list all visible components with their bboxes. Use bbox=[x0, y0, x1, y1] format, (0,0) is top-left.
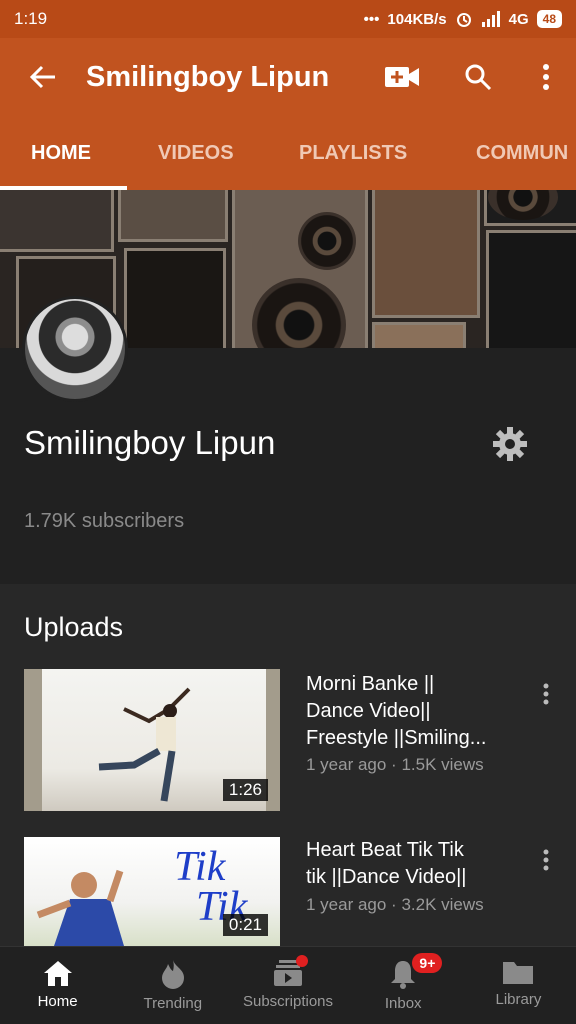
section-heading: Uploads bbox=[24, 612, 124, 642]
page-title: Smilingboy Lipun bbox=[86, 60, 330, 93]
video-title-line: Morni Banke || bbox=[306, 673, 435, 695]
more-vertical-icon bbox=[543, 849, 549, 871]
nav-label: Home bbox=[37, 993, 78, 1010]
avatar[interactable] bbox=[22, 296, 128, 402]
signal-icon bbox=[481, 11, 500, 27]
more-vertical-icon bbox=[543, 683, 549, 705]
nav-library[interactable]: Library bbox=[461, 947, 576, 1024]
more-vertical-icon bbox=[543, 64, 549, 90]
channel-name: Smilingboy Lipun bbox=[24, 424, 276, 461]
back-arrow-icon bbox=[29, 65, 55, 89]
video-duration: 0:21 bbox=[222, 914, 268, 936]
tab-community[interactable]: COMMUN bbox=[476, 116, 568, 190]
back-button[interactable] bbox=[0, 38, 86, 116]
nav-subscriptions[interactable]: Subscriptions bbox=[230, 947, 345, 1024]
nav-label: Inbox bbox=[384, 995, 422, 1012]
folder-icon bbox=[503, 962, 534, 984]
video-title-line: Freestyle ||Smiling... bbox=[306, 727, 487, 749]
battery-indicator: 48 bbox=[536, 10, 562, 28]
video-title-line: tik ||Dance Video|| bbox=[306, 866, 467, 888]
video-title: Morni Banke || Dance Video|| Freestyle |… bbox=[306, 671, 510, 752]
video-thumbnail[interactable]: 1:26 bbox=[24, 669, 280, 811]
gear-icon[interactable] bbox=[490, 424, 530, 464]
video-meta: 1 year ago · 3.2K views bbox=[306, 895, 484, 914]
nav-label: Library bbox=[495, 991, 542, 1008]
video-title-line: Dance Video|| bbox=[306, 700, 431, 722]
tab-home[interactable]: HOME bbox=[31, 116, 91, 190]
home-icon bbox=[43, 961, 72, 986]
status-bar: 1:19 ••• 104KB/s 4G 48 bbox=[0, 0, 576, 38]
subscriber-count: 1.79K subscribers bbox=[24, 510, 185, 532]
nav-label: Trending bbox=[143, 995, 203, 1012]
app-bar: Smilingboy Lipun bbox=[0, 38, 576, 116]
search-button[interactable] bbox=[440, 38, 516, 116]
video-title: Heart Beat Tik Tik tik ||Dance Video|| bbox=[306, 837, 510, 891]
video-add-icon bbox=[385, 67, 419, 87]
nav-inbox[interactable]: 9+ Inbox bbox=[346, 947, 461, 1024]
inbox-badge: 9+ bbox=[412, 953, 443, 973]
notification-dot bbox=[296, 955, 309, 967]
video-options-button[interactable] bbox=[532, 845, 560, 875]
network-speed: 104KB/s bbox=[387, 10, 447, 28]
flame-icon bbox=[161, 960, 184, 989]
upload-video-button[interactable] bbox=[364, 38, 440, 116]
channel-tabs: HOME VIDEOS PLAYLISTS COMMUN bbox=[0, 116, 576, 190]
video-title-line: Heart Beat Tik Tik bbox=[306, 839, 464, 861]
alarm-icon bbox=[456, 13, 471, 27]
search-icon bbox=[465, 64, 492, 91]
more-dots-icon: ••• bbox=[363, 10, 380, 28]
status-time: 1:19 bbox=[14, 9, 48, 28]
network-type: 4G bbox=[508, 10, 529, 28]
video-options-button[interactable] bbox=[532, 679, 560, 709]
tab-playlists[interactable]: PLAYLISTS bbox=[299, 116, 407, 190]
more-options-button[interactable] bbox=[516, 38, 576, 116]
video-meta: 1 year ago · 1.5K views bbox=[306, 755, 484, 774]
bottom-navigation: Home Trending Subscriptions 9+ Inbox Lib… bbox=[0, 946, 576, 1024]
nav-trending[interactable]: Trending bbox=[115, 947, 230, 1024]
video-thumbnail[interactable]: Tik Tik 0:21 bbox=[24, 837, 280, 946]
nav-label: Subscriptions bbox=[242, 993, 334, 1010]
tab-videos[interactable]: VIDEOS bbox=[158, 116, 234, 190]
video-duration: 1:26 bbox=[222, 779, 268, 801]
nav-home[interactable]: Home bbox=[0, 947, 115, 1024]
